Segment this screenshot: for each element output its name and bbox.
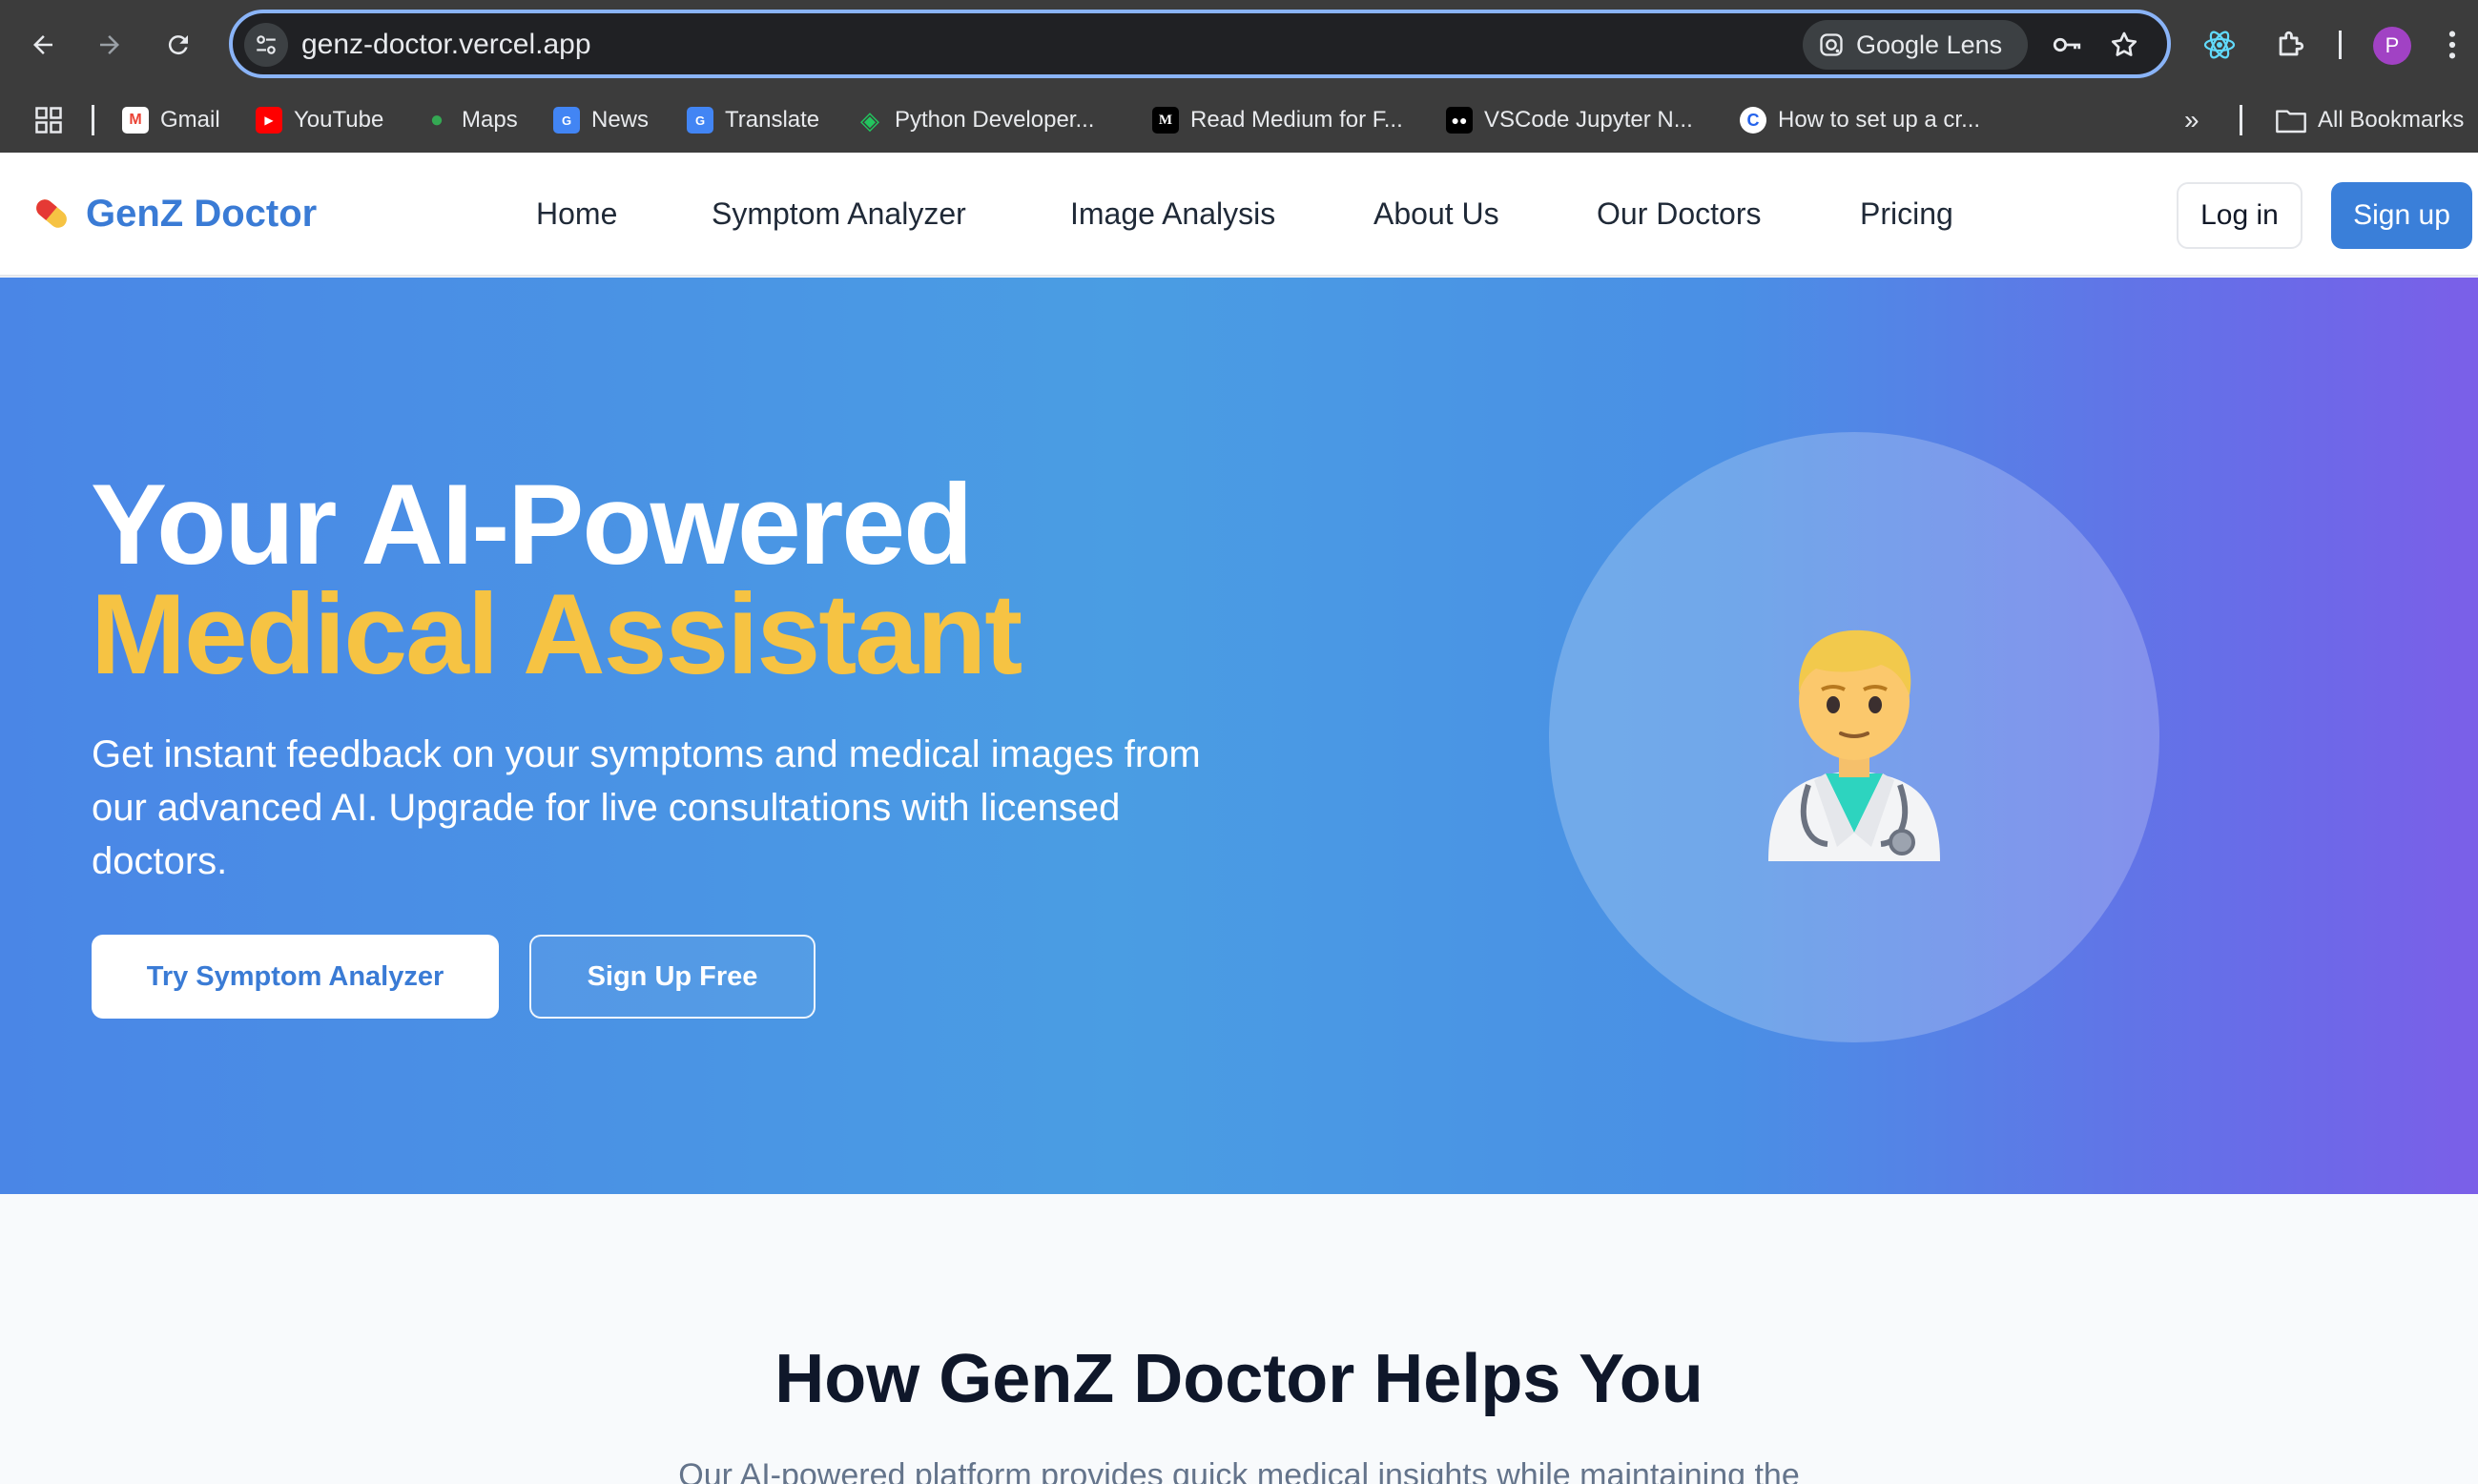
bookmark-label: Gmail xyxy=(160,107,220,133)
brand-logo-link[interactable]: GenZ Doctor xyxy=(29,191,317,237)
star-icon xyxy=(2111,31,2137,56)
apps-grid-icon xyxy=(35,107,62,134)
site-info-button[interactable] xyxy=(244,23,288,67)
menu-button[interactable] xyxy=(2438,21,2467,69)
sign-up-free-button[interactable]: Sign Up Free xyxy=(529,935,816,1019)
extensions-button[interactable] xyxy=(2266,21,2314,69)
brand-name: GenZ Doctor xyxy=(86,192,318,235)
site-header: GenZ Doctor Home Symptom Analyzer Image … xyxy=(0,153,2478,277)
hero-illustration xyxy=(1549,432,2159,1042)
more-vert-icon xyxy=(2448,31,2456,59)
bookmark-vscode-jupyter[interactable]: ●● VSCode Jupyter N... xyxy=(1446,101,1693,139)
bookmark-label: News xyxy=(591,107,650,133)
maps-icon: ● xyxy=(429,107,444,133)
bookmarks-divider xyxy=(2240,105,2242,135)
gmail-icon: M xyxy=(122,107,149,134)
doctor-icon xyxy=(1768,629,1940,861)
url-text[interactable]: genz-doctor.vercel.app xyxy=(301,29,591,61)
bookmark-gmail[interactable]: M Gmail xyxy=(122,101,220,139)
password-key-button[interactable] xyxy=(2045,23,2089,67)
bookmark-maps[interactable]: ● Maps xyxy=(423,101,518,139)
bookmark-news[interactable]: G News xyxy=(553,101,649,139)
arrow-right-icon xyxy=(100,35,119,54)
bookmark-label: VSCode Jupyter N... xyxy=(1484,107,1693,133)
signup-button[interactable]: Sign up xyxy=(2331,182,2472,249)
c-icon: C xyxy=(1740,107,1766,134)
browser-toolbar: genz-doctor.vercel.app Google Lens P xyxy=(0,0,2478,88)
all-bookmarks-button[interactable]: All Bookmarks xyxy=(2276,101,2464,139)
bookmark-read-medium[interactable]: M Read Medium for F... xyxy=(1152,101,1403,139)
key-icon xyxy=(2053,37,2081,52)
browser-chrome: genz-doctor.vercel.app Google Lens P M G… xyxy=(0,0,2478,153)
arrow-left-icon xyxy=(33,35,52,54)
youtube-icon: ▶ xyxy=(256,107,282,134)
try-symptom-analyzer-button[interactable]: Try Symptom Analyzer xyxy=(92,935,499,1019)
bookmark-label: Read Medium for F... xyxy=(1190,107,1403,133)
medium-dots-icon: ●● xyxy=(1446,107,1473,134)
python-icon: ◈ xyxy=(860,105,879,134)
bookmark-label: YouTube xyxy=(294,107,384,133)
hero-section: Your AI-Powered Medical Assistant Get in… xyxy=(0,278,2478,1194)
forward-button[interactable] xyxy=(86,21,134,69)
google-lens-label: Google Lens xyxy=(1856,30,2003,59)
hero-description: Get instant feedback on your symptoms an… xyxy=(92,733,1201,882)
bookmarks-divider xyxy=(92,105,94,135)
bookmark-translate[interactable]: G Translate xyxy=(687,101,819,139)
login-button[interactable]: Log in xyxy=(2177,182,2302,249)
folder-icon xyxy=(2276,110,2306,134)
apps-button[interactable] xyxy=(34,101,63,139)
react-icon xyxy=(2203,31,2236,59)
puzzle-icon xyxy=(2279,31,2304,56)
reload-icon xyxy=(168,35,188,55)
bookmark-how-to-set-up[interactable]: C How to set up a cr... xyxy=(1740,101,1980,139)
bookmarks-bar: M Gmail ▶ YouTube ● Maps G News G Transl… xyxy=(0,93,2478,147)
nav-image-analysis[interactable]: Image Analysis xyxy=(1070,196,1275,232)
reload-button[interactable] xyxy=(155,21,202,69)
bookmark-star-button[interactable] xyxy=(2102,23,2146,67)
nav-symptom-analyzer[interactable]: Symptom Analyzer xyxy=(712,196,966,232)
features-title: How GenZ Doctor Helps You xyxy=(774,1341,1704,1417)
features-subtitle: Our AI-powered platform provides quick m… xyxy=(678,1457,1800,1484)
back-button[interactable] xyxy=(19,21,67,69)
toolbar-divider xyxy=(2339,31,2342,59)
nav-home[interactable]: Home xyxy=(536,196,617,232)
news-icon: G xyxy=(553,107,580,134)
google-lens-button[interactable]: Google Lens xyxy=(1803,20,2028,70)
medium-icon: M xyxy=(1152,107,1179,134)
pill-icon xyxy=(36,199,67,228)
nav-about-us[interactable]: About Us xyxy=(1373,196,1499,232)
bookmark-label: How to set up a cr... xyxy=(1778,107,1981,133)
chevron-double-right-icon: » xyxy=(2184,105,2199,134)
address-bar[interactable]: genz-doctor.vercel.app Google Lens xyxy=(229,10,2171,78)
hero-title-line2: Medical Assistant xyxy=(91,570,1022,698)
bookmark-label: Maps xyxy=(462,107,518,133)
bookmark-label: Python Developer... xyxy=(895,107,1095,133)
bookmark-python-developer[interactable]: ◈ Python Developer... xyxy=(857,101,1094,139)
bookmark-label: Translate xyxy=(725,107,820,133)
translate-icon: G xyxy=(687,107,713,134)
profile-avatar[interactable]: P xyxy=(2373,27,2411,65)
nav-our-doctors[interactable]: Our Doctors xyxy=(1597,196,1761,232)
tune-icon xyxy=(257,35,276,54)
lens-icon xyxy=(1820,33,1843,56)
bookmark-youtube[interactable]: ▶ YouTube xyxy=(256,101,383,139)
all-bookmarks-label: All Bookmarks xyxy=(2318,107,2465,133)
react-devtools-button[interactable] xyxy=(2196,21,2243,69)
nav-pricing[interactable]: Pricing xyxy=(1860,196,1953,232)
more-bookmarks-button[interactable]: » xyxy=(2184,101,2199,139)
